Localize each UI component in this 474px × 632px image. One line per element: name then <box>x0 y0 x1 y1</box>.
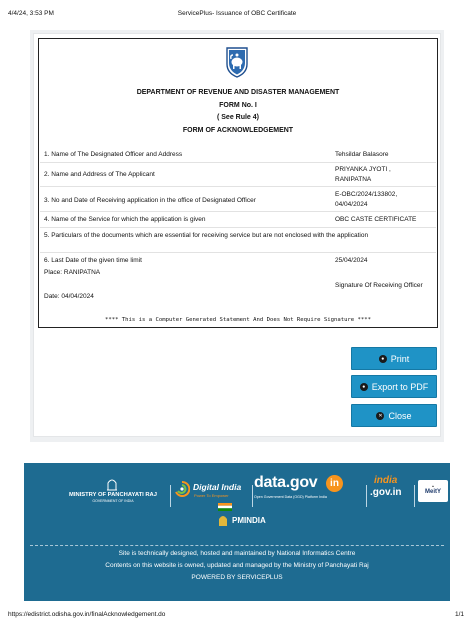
footer-line-ministry: Contents on this website is owned, updat… <box>105 562 369 569</box>
digital-india-logo[interactable]: Digital India Power To Empower <box>174 477 250 503</box>
footer-dashed-divider <box>30 545 444 546</box>
export-pdf-button[interactable]: ● Export to PDF <box>351 375 437 398</box>
row-label-application-no: 3. No and Date of Receiving application … <box>44 197 256 204</box>
row-value-last-date: 25/04/2024 <box>335 257 368 264</box>
data-gov-logo[interactable]: data.gov in Open Government Data (OGD) P… <box>254 474 362 504</box>
footer-line-powered: POWERED BY SERVICEPLUS <box>191 574 283 581</box>
panchayati-raj-logo[interactable]: MINISTRY OF PANCHAYATI RAJ GOVERNMENT OF… <box>60 477 166 505</box>
row-label-service: 4. Name of the Service for which the app… <box>44 216 206 223</box>
row-label-officer: 1. Name of The Designated Officer and Ad… <box>44 151 183 158</box>
row-divider <box>40 162 436 163</box>
logo-divider <box>170 485 171 507</box>
footer-line-nic: Site is technically designed, hosted and… <box>118 550 356 557</box>
row-value-application-no: E-OBC/2024/133802, 04/04/2024 <box>335 191 398 208</box>
national-emblem-icon <box>219 516 227 526</box>
row-divider <box>40 211 436 212</box>
data-gov-in-badge: in <box>326 475 343 492</box>
print-page-number: 1/1 <box>454 611 464 618</box>
department-heading: DEPARTMENT OF REVENUE AND DISASTER MANAG… <box>136 89 340 96</box>
digital-india-tagline: Power To Empower <box>194 493 229 498</box>
print-icon: ● <box>378 354 387 363</box>
logo-divider <box>414 485 415 507</box>
print-button[interactable]: ● Print <box>351 347 437 370</box>
india-flag-icon <box>218 503 232 511</box>
row-label-last-date: 6. Last Date of the given time limit <box>44 257 142 264</box>
row-value-service: OBC CASTE CERTIFICATE <box>335 216 417 223</box>
row-value-officer: Tehsildar Balasore <box>335 151 389 158</box>
logo-divider <box>366 485 367 507</box>
digital-india-name: Digital India <box>193 482 242 492</box>
row-value-applicant: PRIYANKA JYOTI , RANIPATNA <box>335 166 391 183</box>
row-divider <box>40 227 436 228</box>
print-header: 4/4/24, 3:53 PM ServicePlus- Issuance of… <box>0 0 474 24</box>
pmindia-name: PMINDIA <box>232 516 266 525</box>
form-rule: ( See Rule 4) <box>216 114 259 121</box>
india-gov-logo[interactable]: india .gov.in <box>370 475 410 505</box>
india-gov-name: india <box>374 475 398 486</box>
export-icon: ● <box>359 382 368 391</box>
data-gov-name: data.gov <box>254 474 318 491</box>
close-button[interactable]: ✕ Close <box>351 404 437 427</box>
site-footer: MINISTRY OF PANCHAYATI RAJ GOVERNMENT OF… <box>24 463 450 601</box>
print-button-label: Print <box>390 353 410 364</box>
panchayati-raj-name: MINISTRY OF PANCHAYATI RAJ <box>69 492 157 498</box>
computer-generated-note: **** This is a Computer Generated Statem… <box>104 317 372 323</box>
row-label-applicant: 2. Name and Address of The Applicant <box>44 171 155 178</box>
row-divider <box>40 186 436 187</box>
odisha-emblem-icon <box>226 47 248 78</box>
close-button-label: Close <box>388 410 412 421</box>
meity-emblem-icon: ▲ <box>431 484 435 488</box>
meity-name: MeitY <box>424 489 441 495</box>
form-title: FORM OF ACKNOWLEDGEMENT <box>182 127 294 134</box>
panchayati-raj-sub: GOVERNMENT OF INDIA <box>92 499 134 503</box>
print-page-title: ServicePlus- Issuance of OBC Certificate <box>177 10 297 17</box>
national-emblem-icon <box>107 479 117 491</box>
meity-logo[interactable]: ▲ MeitY <box>418 480 448 502</box>
row-divider <box>40 252 436 253</box>
row-label-documents: 5. Particulars of the documents which ar… <box>44 232 369 239</box>
pmindia-logo[interactable]: PMINDIA <box>214 503 274 531</box>
data-gov-tagline: Open Government Data (OGD) Platform Indi… <box>254 495 327 499</box>
print-url: https://edistrict.odisha.gov.in/finalAck… <box>8 611 166 618</box>
india-gov-domain: .gov.in <box>370 487 402 498</box>
date: Date: 04/04/2024 <box>44 293 94 300</box>
close-icon: ✕ <box>376 411 385 420</box>
form-number: FORM No. I <box>219 102 257 109</box>
place: Place: RANIPATNA <box>44 269 101 276</box>
signature-label: Signature Of Receiving Officer <box>335 282 423 289</box>
partner-logos: MINISTRY OF PANCHAYATI RAJ GOVERNMENT OF… <box>24 471 450 507</box>
digital-india-icon <box>175 481 190 497</box>
export-button-label: Export to PDF <box>371 381 429 392</box>
